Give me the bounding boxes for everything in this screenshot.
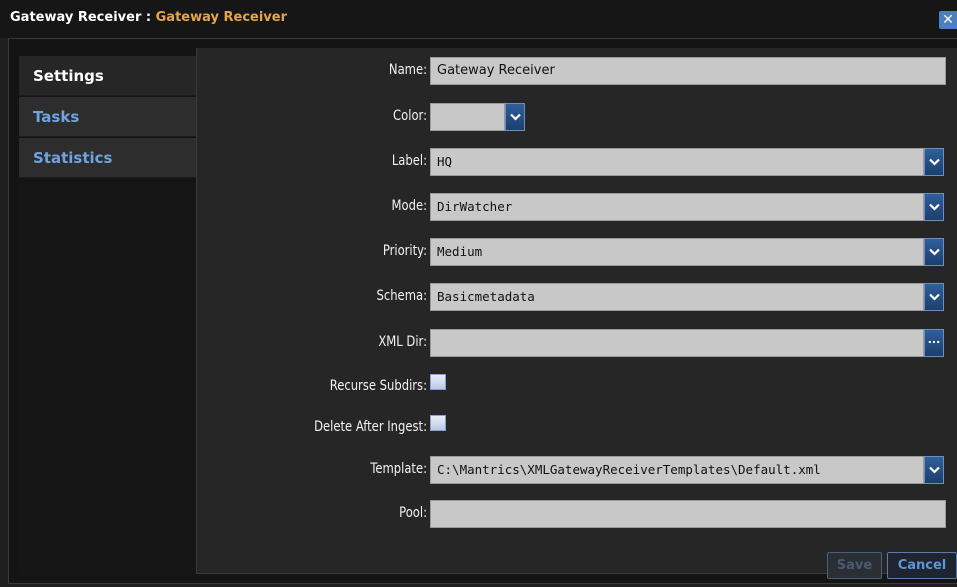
name-input[interactable]: Gateway Receiver: [430, 57, 946, 85]
xml-dir-input[interactable]: [430, 329, 924, 357]
chevron-down-icon: [929, 466, 940, 474]
label-label: Label:: [391, 153, 427, 169]
cancel-button[interactable]: Cancel: [887, 552, 957, 579]
mode-dropdown-button[interactable]: [924, 193, 944, 221]
color-dropdown-button[interactable]: [505, 103, 525, 131]
schema-label: Schema:: [376, 288, 427, 304]
label-dropdown-button[interactable]: [924, 148, 944, 176]
color-label: Color:: [393, 108, 427, 124]
save-button[interactable]: Save: [827, 552, 882, 579]
gateway-receiver-dialog: Gateway Receiver : Gateway Receiver ✕ Se…: [0, 0, 957, 587]
title-subject: Gateway Receiver: [155, 10, 288, 25]
browse-button[interactable]: ...: [924, 329, 944, 357]
recurse-subdirs-label: Recurse Subdirs:: [329, 378, 427, 394]
delete-after-ingest-checkbox[interactable]: [430, 415, 446, 431]
sidebar: Settings Tasks Statistics: [19, 56, 196, 182]
schema-select[interactable]: Basicmetadata: [430, 283, 924, 311]
priority-select[interactable]: Medium: [430, 238, 924, 266]
sidebar-item-statistics[interactable]: Statistics: [19, 138, 196, 178]
title-owner: Gateway Receiver: [10, 10, 142, 25]
priority-dropdown-button[interactable]: [924, 238, 944, 266]
label-select[interactable]: HQ: [430, 148, 924, 176]
chevron-down-icon: [929, 293, 940, 301]
pool-label: Pool:: [399, 505, 427, 521]
close-button[interactable]: ✕: [939, 11, 957, 29]
chevron-down-icon: [929, 248, 940, 256]
title-separator: :: [141, 10, 156, 25]
chevron-down-icon: [510, 113, 521, 121]
template-label: Template:: [370, 461, 427, 477]
template-dropdown-button[interactable]: [924, 456, 944, 484]
xml-dir-label: XML Dir:: [378, 334, 427, 350]
chevron-down-icon: [929, 158, 940, 166]
sidebar-empty-area: [19, 182, 196, 575]
schema-dropdown-button[interactable]: [924, 283, 944, 311]
pool-input[interactable]: [430, 500, 946, 528]
recurse-subdirs-checkbox[interactable]: [430, 374, 446, 390]
template-select[interactable]: C:\Mantrics\XMLGatewayReceiverTemplates\…: [430, 456, 924, 484]
name-label: Name:: [388, 62, 427, 78]
chevron-down-icon: [929, 203, 940, 211]
close-icon: ✕: [942, 12, 954, 28]
sidebar-item-settings[interactable]: Settings: [19, 56, 196, 96]
priority-label: Priority:: [382, 243, 427, 259]
window-title: Gateway Receiver : Gateway Receiver: [10, 10, 287, 25]
mode-select[interactable]: DirWatcher: [430, 193, 924, 221]
sidebar-item-tasks[interactable]: Tasks: [19, 97, 196, 137]
delete-after-ingest-label: Delete After Ingest:: [314, 419, 427, 435]
mode-label: Mode:: [391, 198, 427, 214]
color-picker[interactable]: [430, 103, 505, 131]
title-bar: Gateway Receiver : Gateway Receiver ✕: [0, 0, 957, 38]
